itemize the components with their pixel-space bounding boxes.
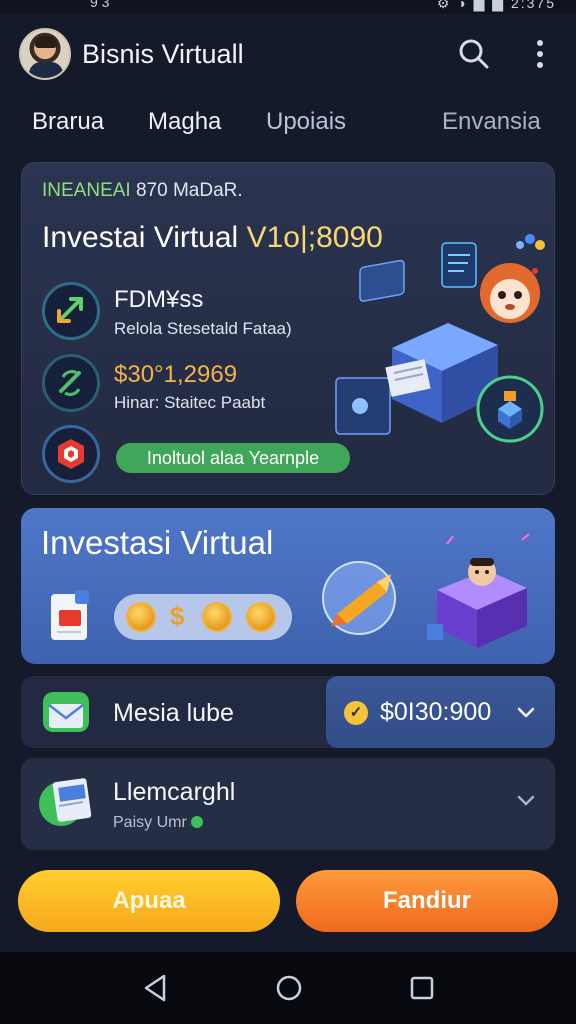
virtual-investment-card[interactable]: Investasi Virtual $ [21, 508, 555, 664]
status-pill[interactable]: Inoltuol alaa Yearnple [116, 443, 350, 473]
home-icon[interactable] [273, 972, 305, 1004]
metric-2-subtext: Hinar: Staitec Paabt [114, 393, 266, 412]
card-tag-highlight: INEANEAI [42, 180, 131, 201]
tab-2[interactable]: Magha [148, 108, 221, 136]
list-row[interactable]: Llemcarghl Paisy Umr [21, 758, 555, 850]
metric-1-label: FDM¥ss [114, 286, 204, 313]
tab-bar: Brarua Magha Upoiais Envansia [0, 108, 576, 144]
swap-arrow-icon [59, 370, 81, 396]
dollar-symbol: $ [170, 601, 185, 631]
app-header: Bisnis Virtuall [0, 24, 576, 88]
system-nav-bar [0, 952, 576, 1024]
chevron-down-icon [517, 707, 535, 718]
shield-icon-badge [42, 425, 100, 483]
hexagon-icon [58, 439, 84, 469]
status-right-indicators: ⚙ ◑ ▇ ▇ 2:375 [436, 0, 556, 11]
tablet-icon [39, 778, 92, 826]
investment-summary-card[interactable]: INEANEAI 870 MaDaR. Investai Virtual V1o… [21, 162, 555, 495]
card-title-text: Investai Virtual [42, 221, 247, 254]
list-row-subtext-text: Paisy Umr [113, 814, 187, 831]
card-2-title: Investasi Virtual [41, 524, 274, 561]
chevron-down-icon [517, 795, 535, 806]
media-row[interactable]: Mesia lube ✓ $0I30:900 [21, 676, 555, 748]
coin-icon [202, 602, 232, 632]
back-icon[interactable] [140, 972, 172, 1004]
trend-arrow-icon [57, 297, 83, 323]
rocket-and-box-illustration [322, 533, 530, 648]
status-bar: 9 3 ⚙ ◑ ▇ ▇ 2:375 [0, 0, 576, 14]
list-row-subtext: Paisy Umr [113, 814, 203, 832]
balance-dropdown[interactable]: ✓ $0I30:900 [326, 676, 555, 748]
tab-4[interactable]: Envansia [442, 108, 541, 136]
page-title: Bisnis Virtuall [82, 39, 244, 69]
secondary-button[interactable]: Fandiur [296, 870, 558, 932]
document-icon [51, 590, 89, 640]
media-row-label: Mesia lube [113, 699, 234, 727]
avatar-suit [29, 62, 63, 78]
isometric-illustration [335, 234, 545, 443]
tab-3[interactable]: Upoiais [266, 108, 346, 136]
metric-1-subtext: Relola Stesetald Fataa) [114, 319, 292, 338]
avatar-hair [35, 36, 57, 48]
card-tag-rest: 870 MaDaR. [130, 180, 243, 201]
status-left-indicators: 9 3 [90, 0, 110, 10]
more-options-button[interactable] [522, 36, 558, 72]
card-tag: INEANEAI 870 MaDaR. [42, 180, 243, 202]
check-icon: ✓ [344, 701, 368, 725]
tab-1[interactable]: Brarua [32, 108, 104, 136]
avatar[interactable] [19, 28, 71, 80]
coins-pill: $ [114, 594, 292, 640]
coin-icon [126, 602, 156, 632]
balance-value: $0I30:900 [380, 698, 492, 726]
refresh-icon-badge [42, 354, 100, 412]
metric-2-value: $30°1,2969 [114, 361, 238, 388]
coin-icon [246, 602, 276, 632]
more-vertical-icon [537, 40, 543, 68]
recent-apps-icon[interactable] [406, 972, 438, 1004]
trend-icon-badge [42, 282, 100, 340]
mail-icon [43, 692, 89, 732]
list-row-label: Llemcarghl [113, 778, 236, 806]
search-button[interactable] [456, 36, 492, 72]
status-dot-icon [190, 816, 203, 828]
search-icon [459, 39, 489, 69]
primary-button[interactable]: Apuaa [18, 870, 280, 932]
